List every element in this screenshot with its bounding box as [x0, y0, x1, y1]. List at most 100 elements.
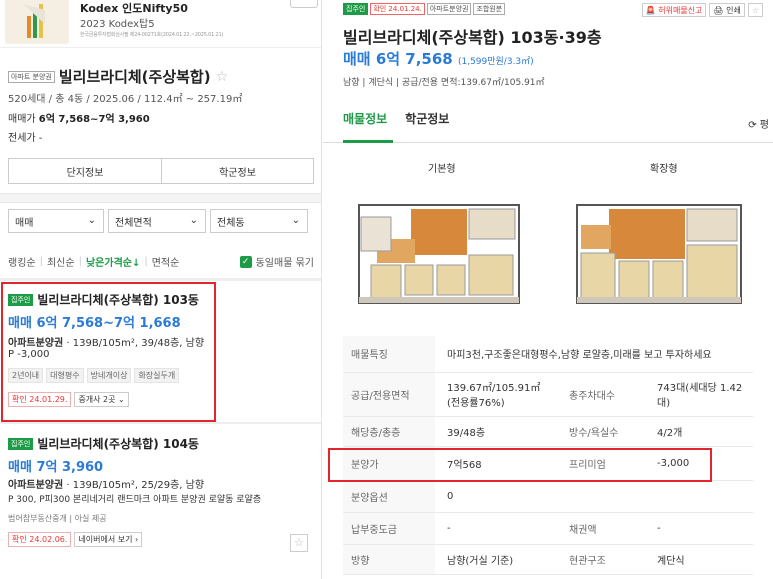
ad-close-button[interactable] — [290, 0, 318, 8]
row-key: 방향 — [343, 544, 435, 575]
complex-info-button[interactable]: 단지정보 — [8, 158, 162, 184]
ad-thumbnail — [5, 0, 69, 44]
trade-type-select[interactable]: 매매 ⌄ — [8, 209, 104, 233]
listing-type: 아파트분양권 — [8, 480, 64, 491]
favorite-star-icon[interactable]: ☆ — [290, 534, 308, 552]
row-key: 해당층/총층 — [343, 416, 435, 447]
ad-disclaimer: 한국금융투자협회심사필 제24-00271호(2024.01.22.~2025.… — [80, 32, 224, 38]
complex-name: 빌리브라디체(주상복합) — [58, 68, 211, 86]
member-tag: 조합원분 — [473, 3, 506, 15]
listing-spec: · 139B/105m², 25/29층, 남향 — [63, 480, 205, 491]
row-value: 계단식 — [649, 544, 753, 575]
highlight-box — [1, 282, 216, 422]
row-key: 분양옵션 — [343, 480, 435, 513]
sort-latest[interactable]: 최신순 — [47, 254, 75, 269]
favorite-star-icon[interactable]: ☆ — [747, 3, 763, 17]
row-key: 총주차대수 — [553, 372, 649, 417]
tab-school-info[interactable]: 학군정보 — [405, 110, 449, 133]
print-button[interactable]: 🖨 인쇄 — [709, 3, 745, 17]
row-value: 4/2개 — [649, 416, 753, 447]
listing-desc: 아파트분양권 · 139B/105m², 25/29층, 남향 — [8, 476, 204, 491]
listing-price: 매매 7억 3,960 — [8, 460, 104, 475]
row-key: 공급/전용면적 — [343, 372, 435, 417]
row-value: 0 — [435, 480, 753, 513]
detail-tabs: 매물정보 학군정보 — [343, 110, 449, 133]
detail-meta: 남향 | 계단식 | 공급/전용 면적:139.67㎡/105.91㎡ — [343, 78, 545, 88]
dong-select[interactable]: 전체동 ⌄ — [210, 209, 308, 233]
sort-ranking[interactable]: 랭킹순 — [8, 254, 36, 269]
chevron-down-icon: ⌄ — [87, 215, 96, 226]
price-value: 6억 7,568~7억 3,960 — [38, 114, 150, 125]
checkbox-checked-icon[interactable]: ✓ — [239, 255, 252, 268]
floorplan-area: 기본형 확장형 — [323, 143, 773, 323]
floorplan-extended-image[interactable] — [569, 195, 747, 308]
row-key: 매물특징 — [343, 336, 435, 373]
price-per-area: (1,599만원/3.3㎡) — [457, 57, 534, 67]
row-value: 139.67㎡/105.91㎡ (전용률76%) — [435, 372, 553, 417]
school-info-button[interactable]: 학군정보 — [161, 158, 314, 184]
type-tag: 아파트분양권 — [426, 3, 472, 15]
listing-item[interactable]: 집주인 빌리브라디체(주상복합) 104동 매매 7억 3,960 아파트분양권… — [0, 426, 321, 556]
row-key: 채권액 — [553, 512, 649, 545]
floorplan-basic-image[interactable] — [349, 195, 527, 308]
report-button[interactable]: 🚨 허위매물신고 — [641, 3, 707, 17]
listing-premium: P 300, P피300 본리네거리 랜드마크 아파트 분양권 로얄동 로얄층 — [8, 495, 262, 505]
row-value: 39/48층 — [435, 416, 553, 447]
complex-price: 매매가 6억 7,568~7억 3,960 — [8, 110, 150, 125]
sort-low-price[interactable]: 낮은가격순↓ — [86, 254, 140, 269]
floorplan-basic-label: 기본형 — [428, 164, 456, 175]
area-select[interactable]: 전체면적 ⌄ — [108, 209, 206, 233]
divider — [0, 193, 321, 203]
same-listing-label: 동일매물 묶기 — [255, 258, 314, 269]
trade-type-value: 매매 — [15, 217, 34, 229]
ad-subtitle: 2023 Kodex탑5 — [80, 19, 155, 30]
naver-link[interactable]: 네이버에서 보기 › — [74, 532, 143, 547]
listing-title: 집주인 빌리브라디체(주상복합) 104동 — [8, 435, 199, 452]
detail-panel: 집주인 확인 24.01.24. 아파트분양권 조합원분 🚨 허위매물신고 🖨 … — [323, 0, 773, 579]
ad-title: Kodex 인도Nifty50 — [80, 2, 188, 15]
row-key: 납부중도금 — [343, 512, 435, 545]
area-value: 전체면적 — [115, 217, 152, 229]
price-label: 매매가 — [8, 114, 36, 125]
same-listing-toggle[interactable]: ✓ 동일매물 묶기 — [239, 254, 314, 269]
detail-row: 해당층/총층 39/48층 방수/욕실수 4/2개 — [343, 416, 753, 447]
row-value: 남향(거실 기준) — [435, 544, 553, 575]
sort-area[interactable]: 면적순 — [152, 254, 180, 269]
confirm-date: 확인 24.02.06. — [8, 532, 72, 547]
area-unit-toggle[interactable]: ⟳ 평 — [748, 116, 769, 131]
divider — [0, 422, 321, 424]
tab-listing-info[interactable]: 매물정보 — [343, 110, 387, 133]
owner-tag: 집주인 — [343, 3, 369, 15]
row-key: 방수/욕실수 — [553, 416, 649, 447]
detail-actions: 🚨 허위매물신고 🖨 인쇄 ☆ — [641, 3, 763, 17]
complex-type-tag: 아파트 분양권 — [8, 70, 55, 83]
detail-row: 공급/전용면적 139.67㎡/105.91㎡ (전용률76%) 총주차대수 7… — [343, 372, 753, 417]
dong-value: 전체동 — [217, 217, 245, 229]
row-value: 743대(세대당 1.42대) — [649, 372, 753, 417]
ad-banner[interactable]: Kodex 인도Nifty50 2023 Kodex탑5 한국금융투자협회심사필… — [0, 0, 321, 48]
detail-price-value: 매매 6억 7,568 — [343, 50, 453, 68]
favorite-star-icon[interactable]: ☆ — [216, 69, 229, 85]
detail-row: 분양옵션 0 — [343, 480, 753, 513]
detail-tags: 집주인 확인 24.01.24. 아파트분양권 조합원분 — [343, 3, 506, 15]
row-key: 현관구조 — [553, 544, 649, 575]
row-value: 마피3천,구조좋은대형평수,남향 로얄층,미래를 보고 투자하세요 — [435, 336, 753, 373]
complex-meta: 520세대 / 총 4동 / 2025.06 / 112.4㎡ ~ 257.19… — [8, 94, 243, 105]
confirm-tag: 확인 24.01.24. — [370, 3, 425, 15]
listing-footer: 확인 24.02.06. 네이버에서 보기 › — [8, 532, 143, 547]
listing-panel: Kodex 인도Nifty50 2023 Kodex탑5 한국금융투자협회심사필… — [0, 0, 322, 579]
sort-bar: 랭킹순 | 최신순 | 낮은가격순↓ | 면적순 ✓ 동일매물 묶기 — [8, 254, 314, 269]
floorplan-extended-label: 확장형 — [650, 164, 678, 175]
chevron-down-icon: ⌄ — [189, 215, 198, 226]
highlight-box — [328, 448, 712, 482]
detail-row: 납부중도금 - 채권액 - — [343, 512, 753, 545]
chevron-down-icon: ⌄ — [291, 215, 300, 226]
listing-name: 빌리브라디체(주상복합) 104동 — [37, 437, 199, 451]
complex-rent: 전세가 - — [8, 133, 43, 144]
divider — [0, 278, 321, 281]
detail-price: 매매 6억 7,568 (1,599만원/3.3㎡) — [343, 48, 534, 69]
detail-row: 방향 남향(거실 기준) 현관구조 계단식 — [343, 544, 753, 575]
row-value: - — [435, 512, 553, 545]
row-value: - — [649, 512, 753, 545]
owner-tag: 집주인 — [8, 437, 34, 450]
